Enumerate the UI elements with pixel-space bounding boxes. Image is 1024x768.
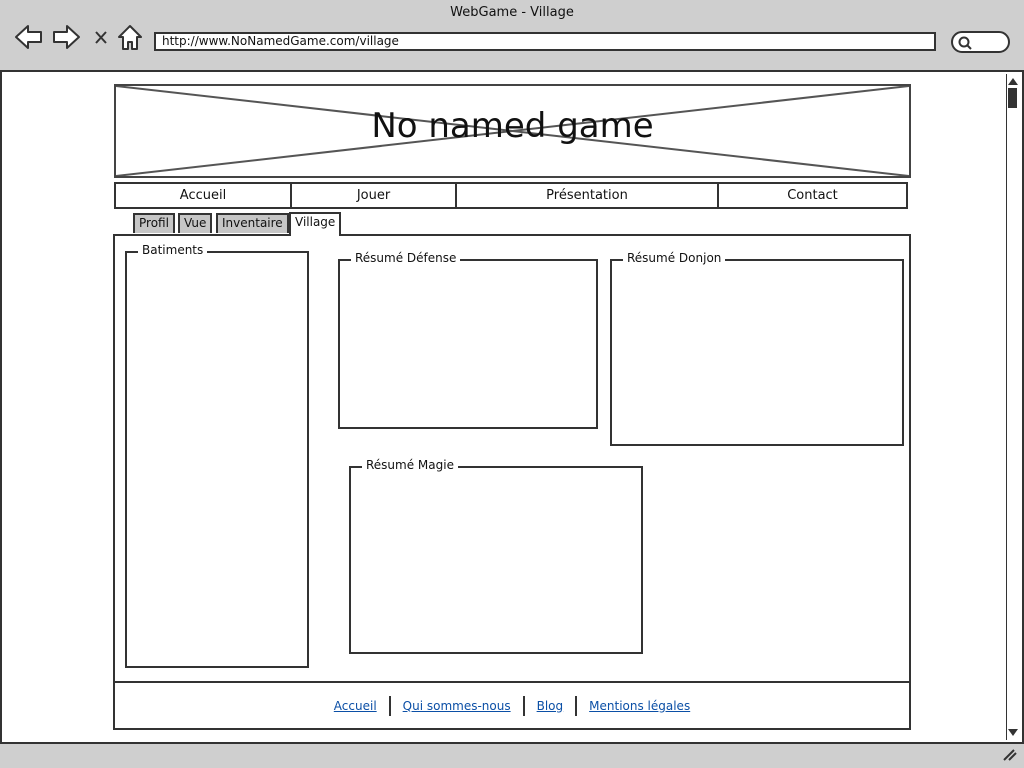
scroll-thumb[interactable] <box>1008 88 1017 108</box>
footer-link-blog[interactable]: Blog <box>537 699 564 713</box>
footer-separator <box>575 695 578 716</box>
nav-item-presentation[interactable]: Présentation <box>457 184 719 207</box>
back-arrow-icon[interactable] <box>13 22 43 52</box>
tab-vue[interactable]: Vue <box>178 213 213 233</box>
batiments-label: Batiments <box>138 243 208 257</box>
browser-status-bar <box>0 742 1024 768</box>
nav-item-contact[interactable]: Contact <box>719 184 906 207</box>
defense-summary-label: Résumé Défense <box>351 251 461 265</box>
nav-item-jouer[interactable]: Jouer <box>292 184 457 207</box>
footer-link-accueil[interactable]: Accueil <box>334 699 377 713</box>
main-nav: Accueil Jouer Présentation Contact <box>114 182 908 209</box>
scroll-down-icon[interactable] <box>1007 728 1019 738</box>
footer-link-mentions-legales[interactable]: Mentions légales <box>589 699 690 713</box>
magie-summary-panel <box>349 466 643 654</box>
donjon-summary-label: Résumé Donjon <box>623 251 726 265</box>
footer-separator <box>522 695 525 716</box>
forward-arrow-icon[interactable] <box>52 22 82 52</box>
search-field[interactable] <box>951 31 1010 53</box>
defense-summary-panel <box>338 259 598 429</box>
footer: Accueil Qui sommes-nous Blog Mentions lé… <box>113 683 911 730</box>
donjon-summary-panel <box>610 259 904 446</box>
search-icon <box>958 36 972 50</box>
tab-profil[interactable]: Profil <box>133 213 175 233</box>
vertical-scrollbar[interactable] <box>1006 74 1020 740</box>
tab-inventaire[interactable]: Inventaire <box>216 213 289 233</box>
batiments-panel <box>125 251 309 668</box>
window-title: WebGame - Village <box>450 5 574 20</box>
resize-grip-icon[interactable] <box>1000 746 1018 762</box>
url-input[interactable]: http://www.NoNamedGame.com/village <box>154 32 936 51</box>
footer-link-qui-sommes-nous[interactable]: Qui sommes-nous <box>403 699 511 713</box>
stop-icon[interactable] <box>88 22 114 52</box>
footer-links: Accueil Qui sommes-nous Blog Mentions lé… <box>115 683 909 728</box>
site-title: No named game <box>371 106 654 146</box>
scroll-up-icon[interactable] <box>1007 76 1019 86</box>
magie-summary-label: Résumé Magie <box>362 458 458 472</box>
tab-village[interactable]: Village <box>289 212 342 236</box>
home-icon[interactable] <box>115 22 145 52</box>
nav-item-accueil[interactable]: Accueil <box>116 184 292 207</box>
footer-separator <box>388 695 391 716</box>
